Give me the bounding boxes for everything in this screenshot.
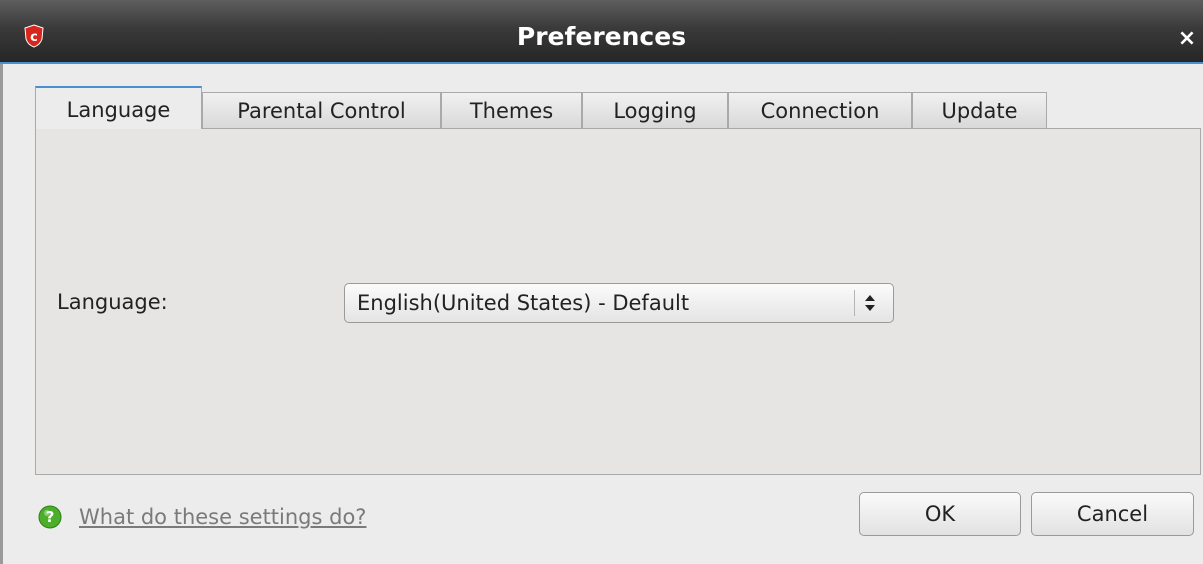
language-label: Language: (57, 290, 168, 314)
window-title: Preferences (516, 22, 687, 51)
tab-update[interactable]: Update (912, 92, 1047, 129)
ok-button[interactable]: OK (859, 492, 1021, 536)
title-bar[interactable]: c Preferences × (0, 0, 1203, 64)
question-icon[interactable]: ? (38, 505, 62, 529)
window-left-edge (0, 0, 3, 564)
language-select-value: English(United States) - Default (357, 291, 690, 315)
select-divider (854, 290, 855, 316)
tab-logging[interactable]: Logging (582, 92, 728, 129)
up-down-arrows-icon (865, 295, 875, 311)
language-select[interactable]: English(United States) - Default (344, 283, 894, 323)
svg-text:?: ? (46, 508, 55, 526)
tab-language[interactable]: Language (35, 86, 202, 129)
close-icon[interactable]: × (1172, 22, 1202, 56)
tab-themes[interactable]: Themes (441, 92, 582, 129)
help-link[interactable]: What do these settings do? (79, 505, 366, 529)
cancel-button[interactable]: Cancel (1031, 492, 1194, 536)
tab-connection[interactable]: Connection (728, 92, 912, 129)
tab-parental-control[interactable]: Parental Control (202, 92, 441, 129)
